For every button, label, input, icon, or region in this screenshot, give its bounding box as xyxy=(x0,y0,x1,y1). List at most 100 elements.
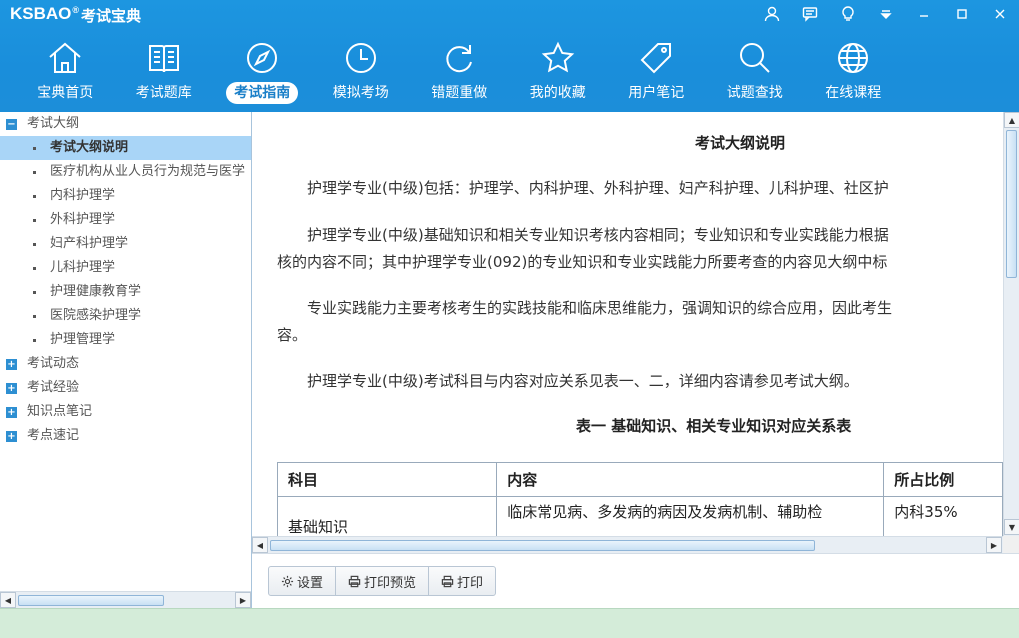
nav-favorites[interactable]: 我的收藏 xyxy=(509,38,608,104)
tag-icon xyxy=(636,38,676,78)
scroll-down-icon[interactable]: ▼ xyxy=(1004,519,1019,535)
scroll-left-icon[interactable]: ◀ xyxy=(252,537,268,553)
nav-redo-wrong[interactable]: 错题重做 xyxy=(410,38,509,104)
nav-user-notes[interactable]: 用户笔记 xyxy=(607,38,706,104)
message-icon[interactable] xyxy=(791,0,829,28)
search-icon xyxy=(735,38,775,78)
document-title: 考试大纲说明 xyxy=(695,134,786,152)
expand-icon[interactable]: + xyxy=(6,382,17,394)
expand-icon[interactable]: + xyxy=(6,358,17,370)
star-icon xyxy=(538,38,578,78)
tree-node-knowledge-notes[interactable]: + 知识点笔记 xyxy=(0,400,251,424)
tree-node-exam-experience[interactable]: + 考试经验 xyxy=(0,376,251,400)
print-preview-button[interactable]: 打印预览 xyxy=(336,567,430,595)
tree-item-obstetric[interactable]: 妇产科护理学 xyxy=(0,232,251,256)
scroll-right-icon[interactable]: ▶ xyxy=(235,592,251,608)
document-body: 考试大纲说明 护理学专业(中级)包括：护理学、内科护理、外科护理、妇产科护理、儿… xyxy=(252,112,1003,536)
tree-item-label: 考试大纲说明 xyxy=(50,140,129,155)
print-button[interactable]: 打印 xyxy=(429,567,495,595)
tree-item-internal[interactable]: 内科护理学 xyxy=(0,184,251,208)
app-logo: KSBAO ® 考试宝典 xyxy=(10,4,141,26)
scroll-right-icon[interactable]: ▶ xyxy=(986,537,1002,553)
nav-question-bank[interactable]: 考试题库 xyxy=(115,38,214,104)
tree-item-infection[interactable]: 医院感染护理学 xyxy=(0,304,251,328)
table-header-row: 科目 内容 所占比例 xyxy=(276,462,1003,497)
nav-home[interactable]: 宝典首页 xyxy=(16,38,115,104)
printer-icon xyxy=(441,575,454,587)
scrollbar-thumb[interactable] xyxy=(270,540,815,551)
sidebar: − 考试大纲 考试大纲说明 医疗机构从业人员行为规范与医学 内科护理学 外科护理… xyxy=(0,112,252,608)
table-cell: 基础知识 xyxy=(276,496,498,536)
maximize-icon[interactable] xyxy=(943,0,981,28)
nav-label: 在线课程 xyxy=(825,85,882,101)
nav-mock-exam[interactable]: 模拟考场 xyxy=(312,38,411,104)
expand-icon[interactable]: + xyxy=(6,406,17,418)
nav-label: 我的收藏 xyxy=(529,85,586,101)
bulb-icon[interactable] xyxy=(829,0,867,28)
book-icon xyxy=(144,38,184,78)
tree-node-label: 考试动态 xyxy=(27,356,80,371)
tree-node-exam-outline[interactable]: − 考试大纲 xyxy=(0,112,251,136)
bullet-icon xyxy=(33,290,36,294)
window-controls xyxy=(753,0,1019,28)
tree-node-label: 考点速记 xyxy=(27,428,80,443)
tree-item-surgical[interactable]: 外科护理学 xyxy=(0,208,251,232)
tree-node-label: 考试大纲 xyxy=(27,116,80,131)
bullet-icon xyxy=(33,266,36,270)
tree-node-label: 考试经验 xyxy=(27,380,80,395)
nav-label: 考试题库 xyxy=(135,85,192,101)
nav-label: 模拟考场 xyxy=(332,85,389,101)
scrollbar-corner xyxy=(1003,536,1019,553)
sidebar-horizontal-scrollbar[interactable]: ◀ ▶ xyxy=(0,591,251,608)
bullet-icon xyxy=(33,242,36,246)
refresh-icon xyxy=(439,38,479,78)
tree-item-health-education[interactable]: 护理健康教育学 xyxy=(0,280,251,304)
table-header-cell: 所占比例 xyxy=(883,462,1003,497)
document-vertical-scrollbar[interactable]: ▲ ▼ xyxy=(1003,112,1019,536)
compass-icon xyxy=(242,38,282,78)
bullet-icon xyxy=(33,146,36,150)
scroll-left-icon[interactable]: ◀ xyxy=(0,592,16,608)
tree-item-pediatric[interactable]: 儿科护理学 xyxy=(0,256,251,280)
tree-node-exam-news[interactable]: + 考试动态 xyxy=(0,352,251,376)
tree-item-label: 外科护理学 xyxy=(50,212,116,227)
nav-online-courses[interactable]: 在线课程 xyxy=(804,38,903,104)
nav-label: 宝典首页 xyxy=(37,85,94,101)
main-nav: 宝典首页 考试题库 考试指南 模拟考场 错题重做 我的收藏 用户笔记 试题查找 xyxy=(16,38,903,104)
tree-item-label: 医院感染护理学 xyxy=(50,308,142,323)
document-horizontal-scrollbar[interactable]: ◀ ▶ xyxy=(252,536,1003,553)
table-title: 表一 基础知识、相关专业知识对应关系表 xyxy=(576,417,852,435)
bullet-icon xyxy=(33,170,36,174)
user-icon[interactable] xyxy=(753,0,791,28)
tree-node-label: 知识点笔记 xyxy=(27,404,93,419)
toolbar-button-group: 设置 打印预览 打印 xyxy=(268,566,497,596)
collapse-icon[interactable]: − xyxy=(6,118,17,130)
nav-label: 错题重做 xyxy=(431,85,488,101)
table-row: 基础知识 临床常见病、多发病的病因及发病机制、辅助检 内科35% xyxy=(276,496,1003,536)
tree-item-outline-notes[interactable]: 考试大纲说明 xyxy=(0,136,251,160)
expand-icon[interactable]: + xyxy=(6,430,17,442)
paragraph: 容。 xyxy=(277,326,308,344)
status-bar xyxy=(0,608,1019,638)
table-cell: 内科35% xyxy=(883,496,1003,536)
tree-item-management[interactable]: 护理管理学 xyxy=(0,328,251,352)
bullet-icon xyxy=(33,218,36,222)
scrollbar-thumb[interactable] xyxy=(18,595,164,606)
button-label: 设置 xyxy=(297,575,324,591)
nav-search-questions[interactable]: 试题查找 xyxy=(706,38,805,104)
scroll-up-icon[interactable]: ▲ xyxy=(1004,112,1019,128)
table-header-cell: 内容 xyxy=(496,462,885,497)
tree-item-label: 妇产科护理学 xyxy=(50,236,129,251)
settings-button[interactable]: 设置 xyxy=(269,567,337,595)
dropdown-icon[interactable] xyxy=(867,0,905,28)
close-icon[interactable] xyxy=(981,0,1019,28)
subject-table: 科目 内容 所占比例 基础知识 临床常见病、多发病的病因及发病机制、辅助检 内科… xyxy=(276,462,1003,536)
nav-exam-guide[interactable]: 考试指南 xyxy=(213,38,312,104)
tree-node-quick-notes[interactable]: + 考点速记 xyxy=(0,424,251,448)
tree-item-conduct[interactable]: 医疗机构从业人员行为规范与医学 xyxy=(0,160,251,184)
minimize-icon[interactable] xyxy=(905,0,943,28)
table-cell: 临床常见病、多发病的病因及发病机制、辅助检 xyxy=(496,496,885,536)
paragraph: 核的内容不同；其中护理学专业(092)的专业知识和专业实践能力所要考查的内容见大… xyxy=(277,253,888,271)
title-bar: KSBAO ® 考试宝典 宝典首页 考试题库 考试指南 模拟考场 错题重做 我的… xyxy=(0,0,1019,112)
scrollbar-thumb[interactable] xyxy=(1006,130,1017,278)
